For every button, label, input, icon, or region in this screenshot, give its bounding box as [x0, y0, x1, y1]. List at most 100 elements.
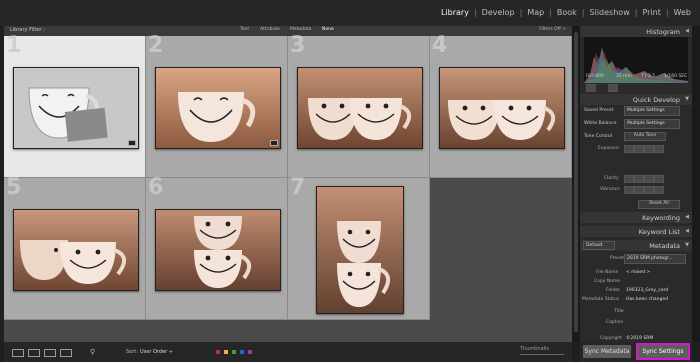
- histogram-title: Histogram: [646, 27, 680, 36]
- compare-view-icon[interactable]: [44, 349, 56, 357]
- photo-thumbnail[interactable]: [439, 67, 565, 149]
- color-label-yellow[interactable]: [224, 350, 228, 354]
- photo-thumbnail[interactable]: [155, 209, 281, 291]
- histogram-aperture: f / 2.5: [642, 74, 656, 79]
- module-picker: Library | Develop | Map | Book | Slideshow | …: [436, 8, 696, 17]
- keywording-header[interactable]: Keywording ◀: [580, 212, 692, 223]
- clarity-label: Clarity: [604, 176, 619, 181]
- module-map[interactable]: Map: [522, 8, 549, 17]
- photo-thumbnail[interactable]: [155, 67, 281, 149]
- grid-cell[interactable]: 5: [4, 175, 146, 320]
- photo-two-mugs: [298, 68, 422, 148]
- cell-index: 3: [290, 33, 306, 58]
- metadata-view-select[interactable]: Default: [583, 241, 615, 250]
- saved-preset-label: Saved Preset: [584, 108, 614, 113]
- keywording-title: Keywording: [642, 213, 680, 222]
- painter-icon[interactable]: ⚲: [90, 348, 95, 356]
- reset-all-label: Reset All: [649, 201, 669, 206]
- module-web[interactable]: Web: [669, 8, 696, 17]
- photo-mug-with-grey-card: [14, 68, 138, 148]
- cell-index: 1: [6, 33, 22, 58]
- clarity-increase[interactable]: [644, 175, 654, 183]
- grid-cell[interactable]: 2: [146, 33, 288, 178]
- copyright-value[interactable]: ©2019 SRM: [626, 336, 653, 341]
- histogram-iso: ISO 800: [586, 74, 604, 79]
- exposure-decrease-more[interactable]: [624, 145, 634, 153]
- photo-thumbnail[interactable]: [13, 67, 139, 149]
- panel-scrollbar[interactable]: [692, 26, 700, 342]
- color-label-purple[interactable]: [248, 350, 252, 354]
- filter-none[interactable]: None: [322, 27, 334, 32]
- grid-scrollbar[interactable]: [572, 26, 580, 342]
- filters-off-toggle[interactable]: Filters Off ÷: [539, 27, 566, 32]
- photo-thumbnail[interactable]: [316, 186, 404, 314]
- filter-metadata[interactable]: Metadata: [290, 27, 311, 32]
- clarity-increase-more[interactable]: [654, 175, 664, 183]
- thumbnail-size-slider[interactable]: [520, 354, 564, 355]
- sort-label: Sort:: [126, 349, 138, 355]
- photo-thumbnail[interactable]: [13, 209, 139, 291]
- color-label-red[interactable]: [216, 350, 220, 354]
- metadata-status-value: Has been changed: [626, 297, 669, 302]
- clarity-decrease[interactable]: [634, 175, 644, 183]
- white-balance-select[interactable]: Multiple Settings: [624, 119, 680, 129]
- grid-scroll-thumb[interactable]: [574, 32, 578, 332]
- photo-thumbnail[interactable]: [297, 67, 423, 149]
- exposure-decrease[interactable]: [634, 145, 644, 153]
- color-label-green[interactable]: [232, 350, 236, 354]
- grid-view-icon[interactable]: [12, 349, 24, 357]
- sync-settings-button[interactable]: Sync Settings: [636, 343, 690, 360]
- exposure-increase[interactable]: [644, 145, 654, 153]
- reset-all-button[interactable]: Reset All: [638, 200, 680, 209]
- metadata-preset-select[interactable]: 2019 SRM photogr...: [624, 254, 686, 264]
- preset-label: Preset: [610, 256, 625, 261]
- photo-smiling-mug: [156, 68, 280, 148]
- module-develop[interactable]: Develop: [477, 8, 520, 17]
- sort-select[interactable]: User Order ÷: [140, 349, 173, 355]
- module-slideshow[interactable]: Slideshow: [585, 8, 635, 17]
- white-balance-value: Multiple Settings: [627, 121, 665, 126]
- module-print[interactable]: Print: [637, 8, 665, 17]
- copy-name-label: Copy Name: [594, 279, 621, 284]
- grid-cell[interactable]: 7: [288, 175, 430, 320]
- quick-develop-header[interactable]: Quick Develop ▼: [580, 94, 692, 105]
- grid-cell[interactable]: 4: [430, 33, 572, 178]
- tone-control-label: Tone Control: [584, 134, 613, 139]
- edited-badge: [270, 140, 278, 146]
- survey-view-icon[interactable]: [60, 349, 72, 357]
- loupe-view-icon[interactable]: [28, 349, 40, 357]
- module-book[interactable]: Book: [552, 8, 582, 17]
- cell-index: 4: [432, 33, 448, 58]
- saved-preset-select[interactable]: Multiple Settings: [624, 106, 680, 116]
- sync-metadata-button[interactable]: Sync Metadata: [583, 345, 631, 358]
- auto-tone-button[interactable]: Auto Tone: [624, 132, 666, 141]
- module-bar: Library | Develop | Map | Book | Slideshow | …: [0, 0, 700, 26]
- photo-stacked-mugs-portrait: [317, 187, 403, 313]
- filter-attribute[interactable]: Attribute: [260, 27, 280, 32]
- crop-icon[interactable]: [586, 84, 596, 92]
- exposure-label: Exposure: [598, 146, 619, 151]
- vibrance-increase-more[interactable]: [654, 186, 664, 194]
- module-library[interactable]: Library: [436, 8, 474, 17]
- tool-icon[interactable]: [608, 84, 618, 92]
- histogram-header[interactable]: Histogram ◀: [580, 26, 692, 37]
- metadata-header[interactable]: Metadata ▼ Default: [580, 240, 692, 251]
- collapse-triangle-icon: ◀: [685, 228, 689, 234]
- grid-cell[interactable]: 1: [4, 33, 146, 178]
- vibrance-increase[interactable]: [644, 186, 654, 194]
- exposure-increase-more[interactable]: [654, 145, 664, 153]
- filter-text[interactable]: Text: [240, 27, 249, 32]
- vibrance-decrease[interactable]: [634, 186, 644, 194]
- clarity-decrease-more[interactable]: [624, 175, 634, 183]
- file-name-value[interactable]: < mixed >: [626, 270, 650, 275]
- auto-tone-label: Auto Tone: [633, 133, 657, 138]
- vibrance-decrease-more[interactable]: [624, 186, 634, 194]
- histogram-shutter: 1/160 SEC: [664, 74, 688, 79]
- grid-cell[interactable]: 3: [288, 33, 430, 178]
- keyword-list-header[interactable]: Keyword List ◀: [580, 226, 692, 237]
- grid-cell[interactable]: 6: [146, 175, 288, 320]
- title-label: Title: [614, 309, 624, 314]
- folder-value: 190323_Grey_card: [626, 288, 669, 293]
- vibrance-label: Vibrance: [600, 187, 620, 192]
- color-label-blue[interactable]: [240, 350, 244, 354]
